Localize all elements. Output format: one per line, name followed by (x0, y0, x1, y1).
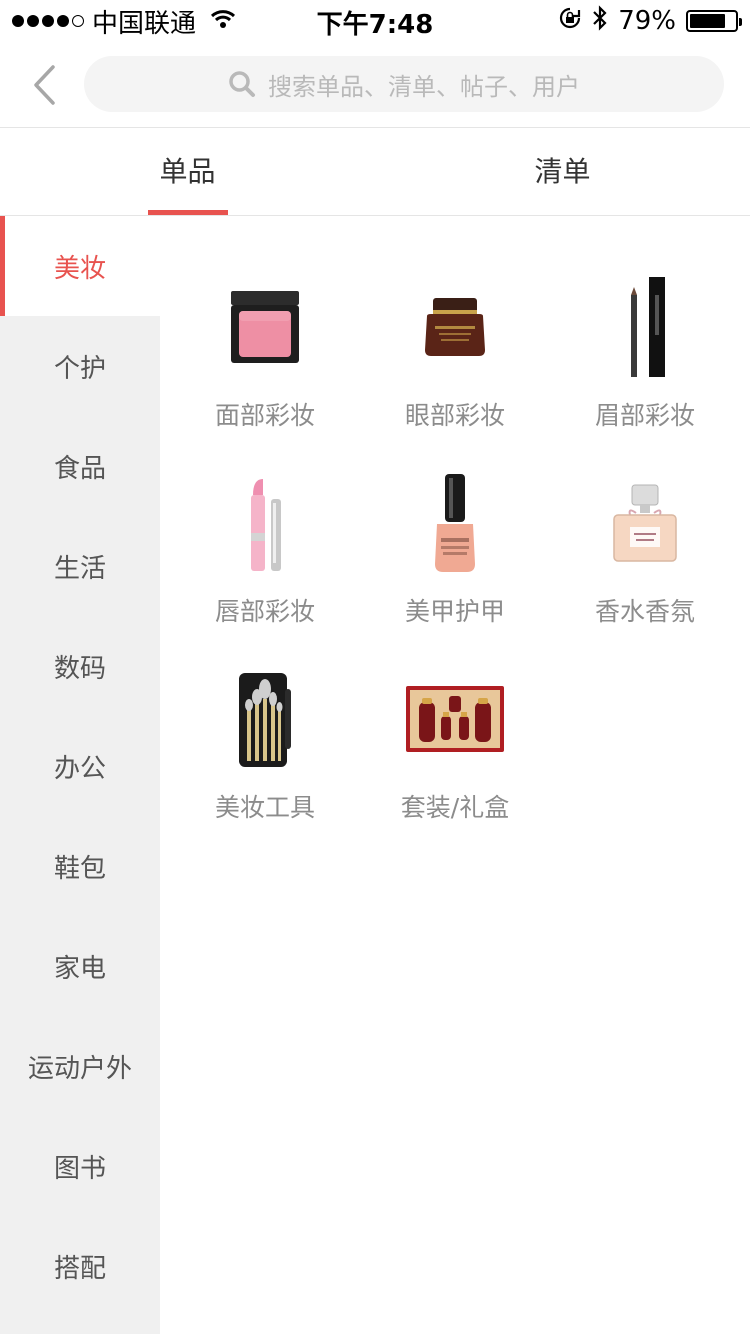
category-label: 美甲护甲 (404, 597, 505, 626)
battery-percent: 79% (618, 6, 676, 36)
sidebar-item-appliances[interactable]: 家电 (0, 916, 160, 1016)
perfume-bottle-icon (595, 468, 695, 578)
nail-polish-icon (405, 468, 505, 578)
category-lip-makeup[interactable]: 唇部彩妆 (170, 434, 360, 626)
chevron-left-icon (34, 65, 55, 105)
status-right: 79% (558, 4, 742, 38)
sidebar-item-food[interactable]: 食品 (0, 416, 160, 516)
category-grid: 面部彩妆 眼部彩妆 眉部彩妆 唇部彩妆 美甲护甲 香水香氛 美妆工具 套装/礼盒 (160, 216, 750, 1334)
category-brow-makeup[interactable]: 眉部彩妆 (550, 238, 740, 430)
tab-list[interactable]: 清单 (375, 128, 750, 216)
sidebar-item-office[interactable]: 办公 (0, 716, 160, 816)
sidebar-item-sports-outdoor[interactable]: 运动户外 (0, 1016, 160, 1116)
category-label: 香水香氛 (594, 597, 695, 626)
search-input[interactable]: 搜索单品、清单、帖子、用户 (84, 56, 724, 112)
search-icon (229, 71, 255, 97)
sidebar-item-shoes-bags[interactable]: 鞋包 (0, 816, 160, 916)
category-makeup-tools[interactable]: 美妆工具 (170, 630, 360, 822)
gift-set-icon (402, 664, 508, 774)
sidebar-item-life[interactable]: 生活 (0, 516, 160, 616)
battery-icon (686, 10, 742, 32)
sidebar-item-outfits[interactable]: 搭配 (0, 1216, 160, 1316)
rotation-lock-icon (558, 6, 582, 37)
category-label: 套装/礼盒 (400, 793, 510, 822)
category-gift-sets[interactable]: 套装/礼盒 (360, 630, 550, 822)
category-eye-makeup[interactable]: 眼部彩妆 (360, 238, 550, 430)
status-bar: 中国联通 下午7:48 79% (0, 0, 750, 40)
active-tab-indicator (148, 210, 228, 215)
category-label: 唇部彩妆 (214, 597, 315, 626)
sidebar-item-personal-care[interactable]: 个护 (0, 316, 160, 416)
back-button[interactable] (22, 60, 66, 110)
category-fragrance[interactable]: 香水香氛 (550, 434, 740, 626)
brush-set-icon (215, 664, 315, 774)
category-label: 眼部彩妆 (404, 401, 505, 430)
category-nail-care[interactable]: 美甲护甲 (360, 434, 550, 626)
sidebar-item-makeup[interactable]: 美妆 (0, 216, 160, 316)
lipstick-icon (215, 468, 315, 578)
sidebar-item-digital[interactable]: 数码 (0, 616, 160, 716)
category-label: 面部彩妆 (214, 401, 315, 430)
category-label: 美妆工具 (214, 793, 315, 822)
category-label: 眉部彩妆 (594, 401, 695, 430)
category-face-makeup[interactable]: 面部彩妆 (170, 238, 360, 430)
tab-single-item[interactable]: 单品 (0, 128, 375, 216)
category-sidebar: 美妆 个护 食品 生活 数码 办公 鞋包 家电 运动户外 图书 搭配 (0, 216, 160, 1334)
tab-bar: 单品 清单 (0, 128, 750, 216)
blush-compact-icon (215, 272, 315, 382)
brow-pencil-icon (595, 272, 695, 382)
battery-level-fill (690, 14, 725, 28)
sidebar-item-books[interactable]: 图书 (0, 1116, 160, 1216)
search-placeholder: 搜索单品、清单、帖子、用户 (268, 72, 580, 101)
bluetooth-icon (592, 4, 608, 38)
eye-cream-jar-icon (405, 272, 505, 382)
search-header: 搜索单品、清单、帖子、用户 (0, 40, 750, 128)
